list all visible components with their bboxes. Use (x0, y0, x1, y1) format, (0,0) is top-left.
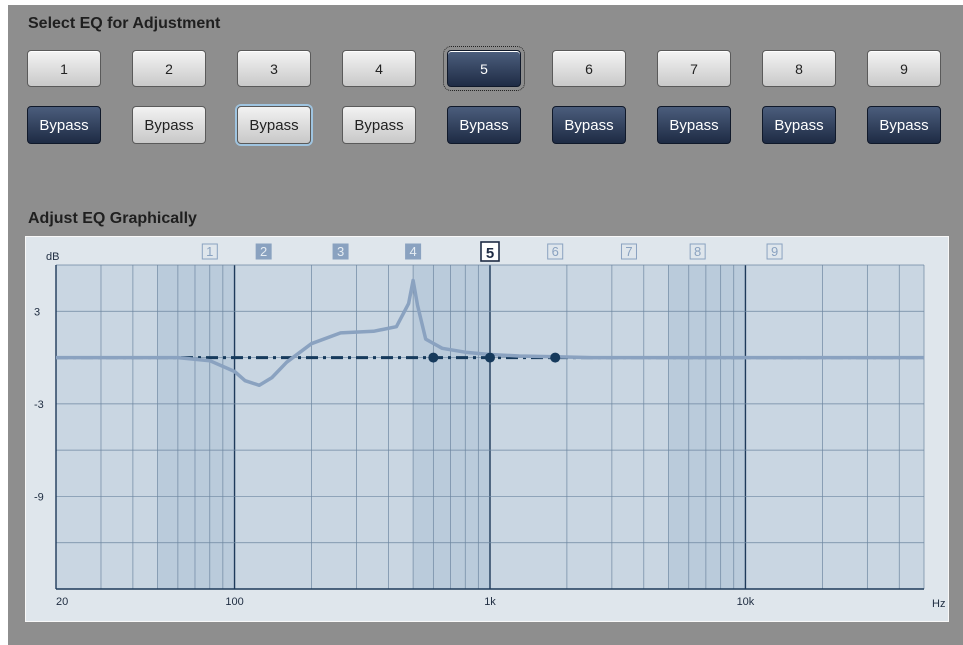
band-9-bypass-button[interactable]: Bypass (867, 106, 941, 144)
band-7-button[interactable]: 7 (657, 50, 731, 87)
band-marker-label-8: 8 (694, 244, 701, 259)
band-4-bypass-button[interactable]: Bypass (342, 106, 416, 144)
band-4-button[interactable]: 4 (342, 50, 416, 87)
band-7-bypass-button[interactable]: Bypass (657, 106, 731, 144)
x-tick-label-1: 20 (56, 596, 68, 608)
y-tick-label-3: -9 (34, 491, 44, 503)
control-point-1 (428, 352, 439, 363)
band-8-button[interactable]: 8 (762, 50, 836, 87)
y-tick-label-2: -3 (34, 399, 44, 411)
band-1-button[interactable]: 1 (27, 50, 101, 87)
control-point-2 (485, 352, 495, 363)
band-marker-label-3: 3 (337, 244, 344, 259)
band-2-button[interactable]: 2 (132, 50, 206, 87)
band-5-bypass-button[interactable]: Bypass (447, 106, 521, 144)
x-tick-label-3: 1k (484, 596, 496, 608)
band-marker-label-4: 4 (409, 244, 416, 259)
band-marker-label-7: 7 (625, 244, 632, 259)
band-marker-label-6: 6 (552, 244, 559, 259)
y-unit-label: dB (46, 251, 59, 263)
y-tick-label-1: 3 (34, 306, 40, 318)
band-marker-label-9: 9 (771, 244, 778, 259)
control-point-3 (550, 352, 561, 363)
band-2-bypass-button[interactable]: Bypass (132, 106, 206, 144)
band-marker-label-1: 1 (206, 244, 213, 259)
eq-graph-canvas[interactable]: 1 2 3 4 5 6 7 8 9 dB Hz 3 -3 -9 20 100 1k 10k (26, 237, 948, 621)
band-5-button[interactable]: 5 (443, 46, 525, 91)
select-eq-title: Select EQ for Adjustment (28, 15, 221, 32)
band-marker-label-2: 2 (260, 244, 267, 259)
band-6-button[interactable]: 6 (552, 50, 626, 87)
band-1-bypass-button[interactable]: Bypass (27, 106, 101, 144)
band-6-bypass-button[interactable]: Bypass (552, 106, 626, 144)
eq-graph[interactable]: 1 2 3 4 5 6 7 8 9 dB Hz 3 -3 -9 20 100 1k 10k (25, 236, 949, 622)
x-tick-label-2: 100 (225, 596, 243, 608)
band-8-bypass-button[interactable]: Bypass (762, 106, 836, 144)
band-3-button[interactable]: 3 (237, 50, 311, 87)
band-marker-label-5: 5 (486, 245, 494, 262)
x-unit-label: Hz (932, 598, 945, 610)
band-3-bypass-button[interactable]: Bypass (237, 106, 311, 144)
band-9-button[interactable]: 9 (867, 50, 941, 87)
x-tick-label-4: 10k (737, 596, 755, 608)
adjust-eq-title: Adjust EQ Graphically (28, 210, 197, 227)
